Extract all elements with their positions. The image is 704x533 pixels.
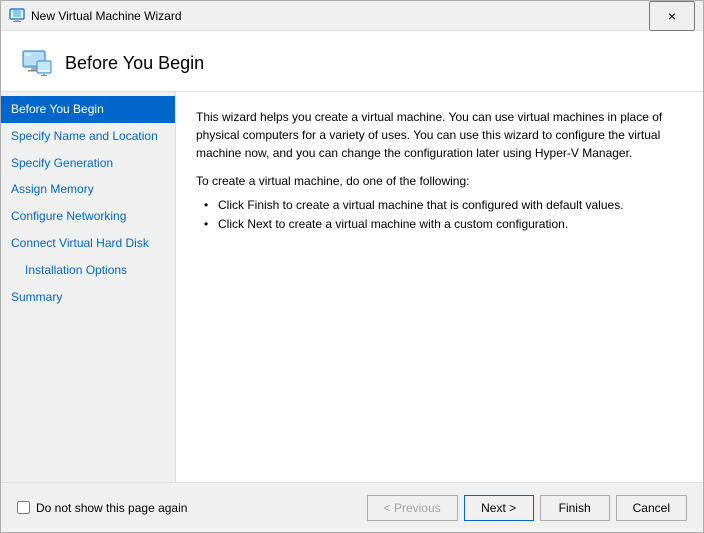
header-section: Before You Begin — [1, 31, 703, 92]
wizard-window: New Virtual Machine Wizard × Before You … — [0, 0, 704, 533]
main-layout: Before You Begin Before You Begin Specif… — [1, 31, 703, 532]
footer-section: Do not show this page again < Previous N… — [1, 482, 703, 532]
main-content: This wizard helps you create a virtual m… — [176, 92, 703, 482]
finish-button[interactable]: Finish — [540, 495, 610, 521]
sidebar-item-specify-generation[interactable]: Specify Generation — [1, 150, 175, 177]
next-button[interactable]: Next > — [464, 495, 534, 521]
intro-paragraph: This wizard helps you create a virtual m… — [196, 108, 683, 162]
sidebar-item-connect-virtual-hard-disk[interactable]: Connect Virtual Hard Disk — [1, 230, 175, 257]
button-group: < Previous Next > Finish Cancel — [367, 495, 687, 521]
header-icon — [21, 47, 53, 79]
sidebar-item-before-you-begin[interactable]: Before You Begin — [1, 96, 175, 123]
titlebar-icon — [9, 8, 25, 24]
sidebar-item-installation-options[interactable]: Installation Options — [1, 257, 175, 284]
sidebar-item-summary[interactable]: Summary — [1, 284, 175, 311]
cancel-button[interactable]: Cancel — [616, 495, 687, 521]
sidebar: Before You Begin Specify Name and Locati… — [1, 92, 176, 482]
sidebar-item-configure-networking[interactable]: Configure Networking — [1, 203, 175, 230]
dont-show-label[interactable]: Do not show this page again — [36, 501, 187, 515]
bullet-item-finish: Click Finish to create a virtual machine… — [204, 196, 683, 215]
section-heading: To create a virtual machine, do one of t… — [196, 174, 683, 188]
checkbox-area: Do not show this page again — [17, 501, 187, 515]
body-section: Before You Begin Specify Name and Locati… — [1, 92, 703, 482]
page-title: Before You Begin — [65, 53, 204, 74]
titlebar: New Virtual Machine Wizard × — [1, 1, 703, 31]
sidebar-item-assign-memory[interactable]: Assign Memory — [1, 176, 175, 203]
close-button[interactable]: × — [649, 1, 695, 31]
window-title: New Virtual Machine Wizard — [31, 9, 649, 23]
sidebar-item-specify-name-location[interactable]: Specify Name and Location — [1, 123, 175, 150]
bullet-item-next: Click Next to create a virtual machine w… — [204, 215, 683, 234]
previous-button[interactable]: < Previous — [367, 495, 458, 521]
bullet-list: Click Finish to create a virtual machine… — [204, 196, 683, 234]
dont-show-checkbox[interactable] — [17, 501, 30, 514]
